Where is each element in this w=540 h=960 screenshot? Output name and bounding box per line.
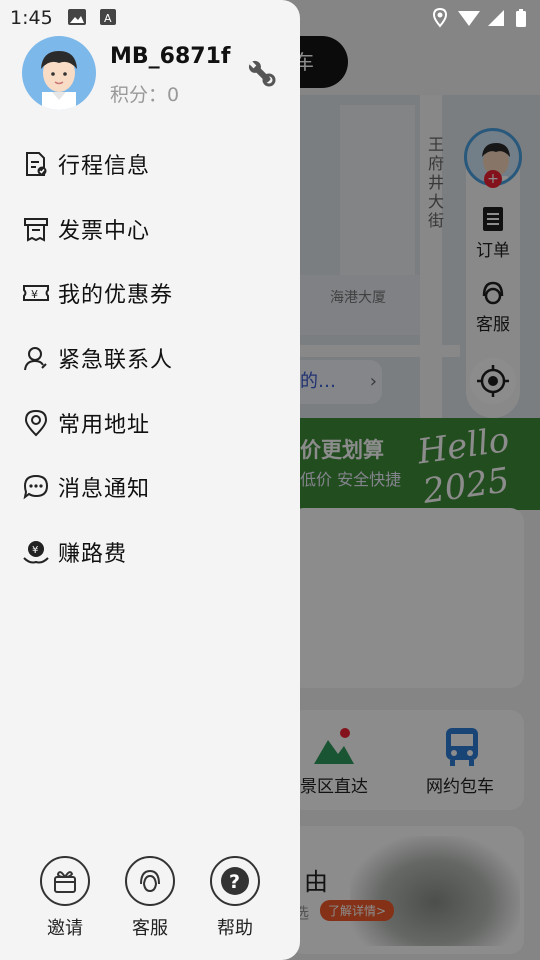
menu-item-trip-info[interactable]: 行程信息 (0, 132, 300, 197)
menu-item-notifications[interactable]: 消息通知 (0, 455, 300, 520)
menu-item-saved-addresses[interactable]: 常用地址 (0, 390, 300, 455)
invoice-icon (24, 217, 48, 242)
invite-label: 邀请 (47, 918, 83, 939)
help-label: 帮助 (217, 918, 253, 939)
menu-item-label: 行程信息 (58, 154, 151, 180)
invite-button[interactable]: 邀请 (30, 856, 100, 940)
help-icon: ? (221, 867, 249, 895)
points-balance: 积分：0 (110, 84, 180, 106)
battery-icon (516, 9, 526, 27)
status-bar: 1:45 A (0, 0, 540, 36)
menu-item-label: 紧急联系人 (58, 348, 174, 374)
svg-text:¥: ¥ (32, 545, 38, 556)
menu-item-emergency-contact[interactable]: 紧急联系人 (0, 326, 300, 391)
menu-item-label: 我的优惠券 (58, 283, 174, 309)
contact-person-icon (24, 347, 47, 371)
menu-item-my-coupons[interactable]: ¥ 我的优惠券 (0, 261, 300, 326)
menu-item-label: 消息通知 (58, 477, 151, 503)
gift-icon (54, 871, 76, 893)
customer-service-label: 客服 (132, 918, 168, 939)
headset-icon (140, 869, 160, 893)
drawer-bottom-actions: 邀请 客服 ? 帮助 (0, 856, 300, 946)
drawer-menu: 行程信息 发票中心 ¥ 我的优惠券 紧急联系人 常用地址 消息通知 ¥ 赚路费 (0, 132, 300, 584)
menu-item-earn-fare[interactable]: ¥ 赚路费 (0, 520, 300, 585)
menu-item-label: 常用地址 (58, 412, 151, 438)
svg-text:¥: ¥ (31, 288, 38, 301)
help-button[interactable]: ? 帮助 (200, 856, 270, 940)
side-drawer: MB_6871f 积分：0 行程信息 发票中心 ¥ 我的优惠券 紧急联系人 常用… (0, 0, 300, 960)
location-status-icon (432, 7, 448, 28)
status-time: 1:45 (10, 7, 53, 29)
menu-item-label: 发票中心 (58, 218, 151, 244)
gallery-notification-icon (68, 9, 86, 25)
menu-item-label: 赚路费 (58, 541, 128, 567)
menu-item-invoice-center[interactable]: 发票中心 (0, 197, 300, 262)
svg-text:A: A (104, 12, 112, 25)
trip-doc-icon (26, 152, 47, 177)
username: MB_6871f (110, 44, 231, 69)
coupon-icon: ¥ (23, 285, 49, 302)
earn-money-icon: ¥ (23, 540, 49, 564)
customer-service-button[interactable]: 客服 (115, 856, 185, 940)
app-notification-icon: A (100, 9, 116, 25)
signal-icon (488, 10, 504, 26)
wifi-icon (458, 11, 480, 26)
location-pin-icon (24, 409, 48, 437)
user-avatar[interactable] (22, 36, 96, 110)
svg-text:?: ? (229, 871, 240, 893)
settings-tools-icon[interactable] (244, 56, 280, 92)
chat-bubble-icon (23, 475, 49, 500)
